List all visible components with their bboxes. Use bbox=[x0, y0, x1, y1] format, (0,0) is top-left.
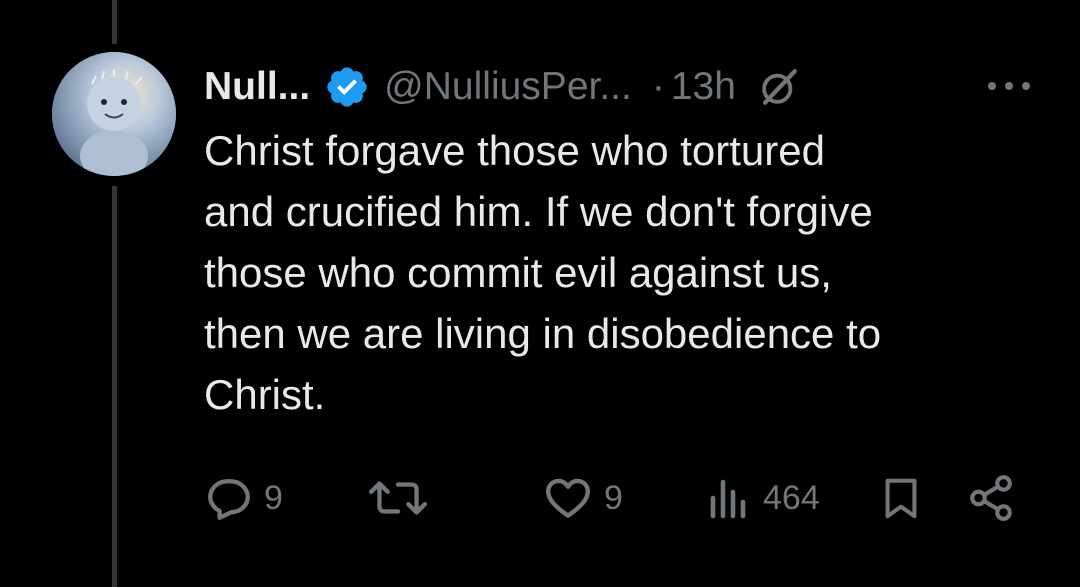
repost-button[interactable] bbox=[365, 470, 431, 526]
views-button[interactable]: 464 bbox=[705, 470, 820, 526]
reply-button[interactable]: 9 bbox=[204, 470, 283, 526]
reply-count: 9 bbox=[264, 478, 283, 517]
user-handle[interactable]: @NulliusPer... bbox=[384, 65, 632, 109]
share-icon bbox=[970, 475, 1012, 521]
bookmark-button[interactable] bbox=[878, 470, 924, 526]
action-bar: 9 9 464 bbox=[0, 470, 1080, 526]
repost-icon bbox=[369, 481, 427, 515]
more-horizontal-icon[interactable] bbox=[984, 74, 1034, 98]
avatar-image bbox=[52, 52, 176, 176]
views-count: 464 bbox=[763, 478, 820, 517]
views-icon bbox=[710, 479, 746, 519]
timestamp[interactable]: 13h bbox=[671, 65, 736, 109]
tweet-text: Christ forgave those who tortured and cr… bbox=[204, 127, 882, 418]
heart-icon bbox=[546, 478, 590, 518]
separator-dot: · bbox=[651, 65, 665, 108]
like-button[interactable]: 9 bbox=[542, 470, 623, 526]
thread-connector-line-top bbox=[112, 0, 117, 44]
reply-icon bbox=[208, 479, 250, 520]
bookmark-icon bbox=[885, 478, 917, 519]
verified-badge-icon bbox=[327, 67, 367, 107]
tweet-header: Null... @NulliusPer... · 13h bbox=[204, 62, 1034, 112]
like-count: 9 bbox=[604, 478, 623, 517]
thread-connector-line-bottom bbox=[112, 186, 117, 587]
grok-icon[interactable] bbox=[758, 66, 800, 108]
display-name[interactable]: Null... bbox=[204, 65, 310, 109]
share-button[interactable] bbox=[966, 470, 1016, 526]
avatar[interactable] bbox=[52, 52, 176, 176]
